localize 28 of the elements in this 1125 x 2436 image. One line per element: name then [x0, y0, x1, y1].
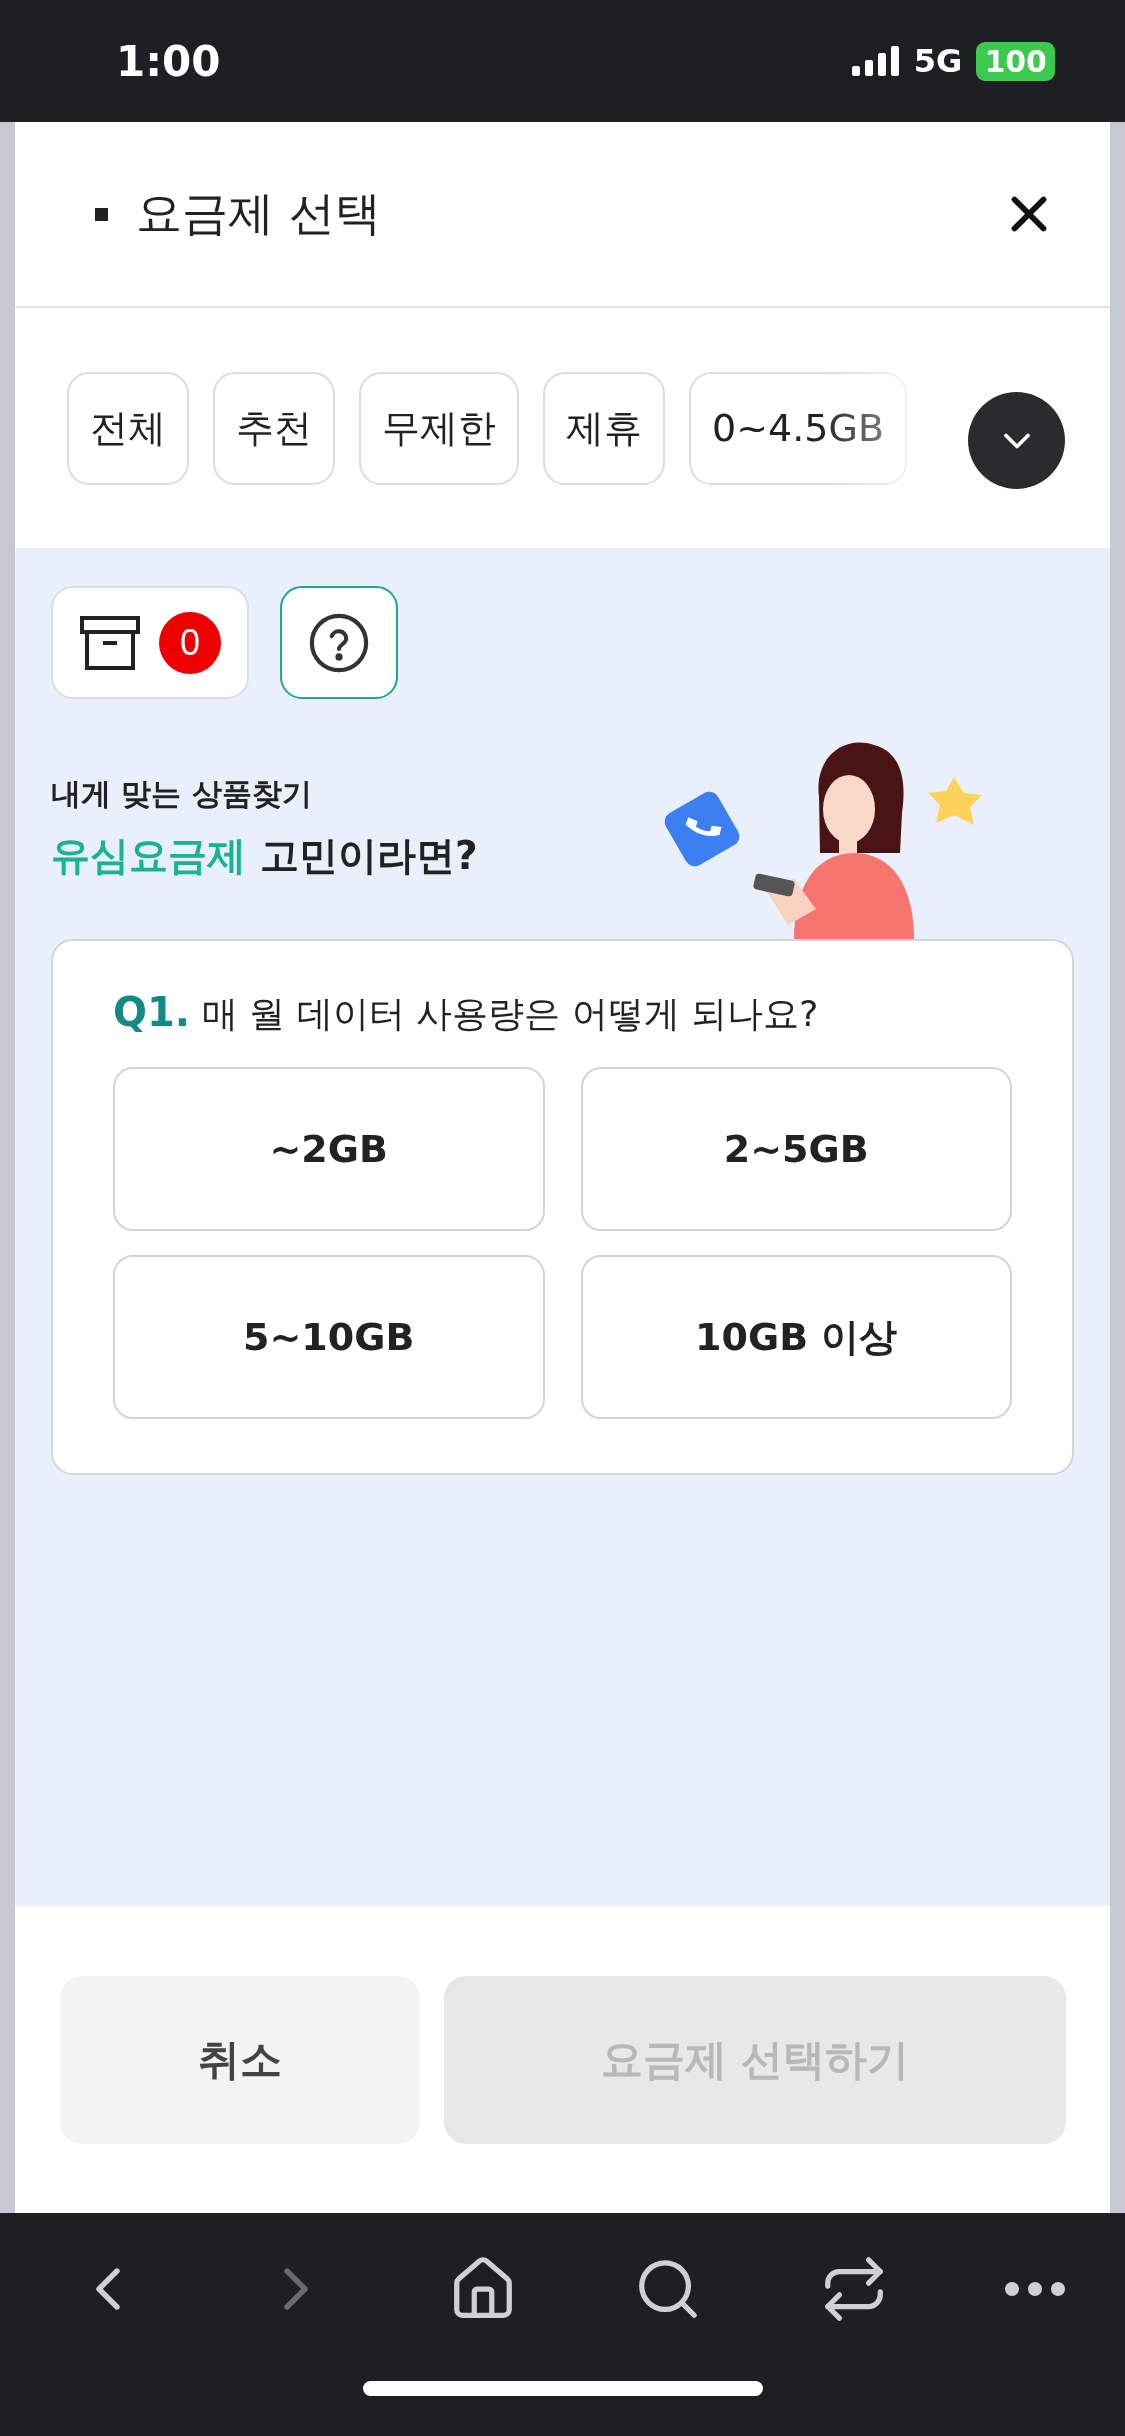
network-label: 5G	[913, 42, 963, 80]
filter-chip[interactable]: 0~4.5GB	[689, 371, 907, 485]
status-time: 1:00	[116, 36, 221, 86]
signal-icon	[851, 46, 900, 76]
filter-chip[interactable]: 전체	[67, 371, 189, 485]
saved-box-button[interactable]: 0	[51, 586, 249, 699]
filter-chip[interactable]: 추천	[213, 371, 335, 485]
title-bullet	[95, 207, 108, 221]
help-button[interactable]	[280, 586, 398, 699]
answer-option[interactable]: 10GB 이상	[580, 1255, 1012, 1419]
banner-subtitle: 내게 맞는 상품찾기	[51, 775, 313, 813]
more-icon	[1005, 2282, 1065, 2296]
filter-chip[interactable]: 무제한	[359, 371, 519, 485]
more-button[interactable]	[1005, 2282, 1065, 2296]
cancel-button[interactable]: 취소	[60, 1976, 420, 2144]
answer-option[interactable]: 2~5GB	[580, 1067, 1012, 1231]
question-number: Q1.	[113, 989, 191, 1035]
answer-option[interactable]: 5~10GB	[113, 1255, 545, 1419]
archive-icon	[79, 614, 141, 671]
answer-option[interactable]: ~2GB	[113, 1067, 545, 1231]
banner-highlight: 유심요금제	[51, 832, 246, 880]
count-badge: 0	[159, 611, 221, 674]
sheet-title: 요금제 선택	[136, 185, 381, 242]
question-text: 매 월 데이터 사용량은 어떻게 되나요?	[202, 992, 819, 1036]
banner-headline: 고민이라면?	[260, 832, 478, 880]
filter-chip[interactable]: 제휴	[543, 371, 665, 485]
battery-level: 100	[976, 41, 1055, 81]
help-icon	[308, 611, 370, 674]
